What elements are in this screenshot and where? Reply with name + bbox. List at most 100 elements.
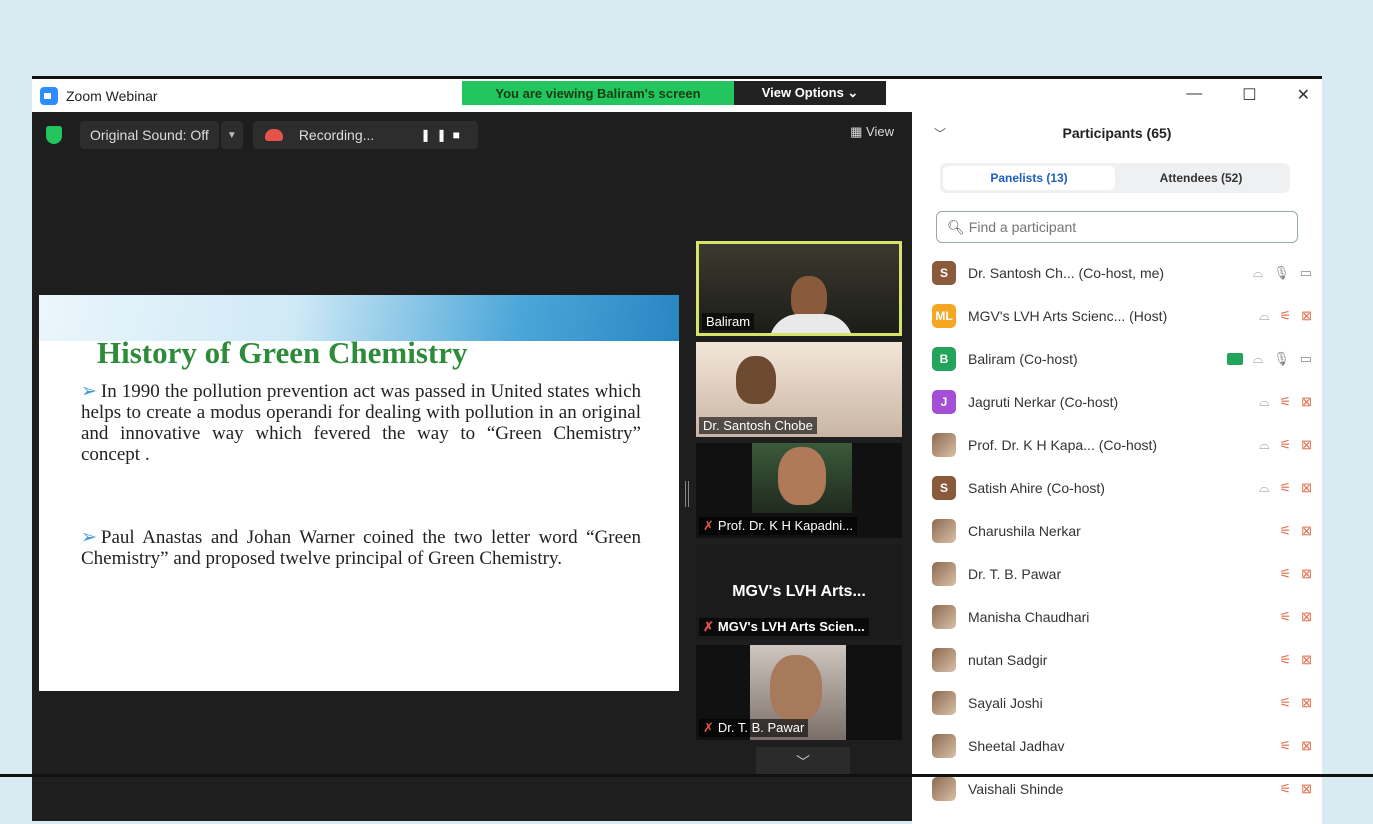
mic-muted-icon[interactable]: ⚟ [1279,781,1291,797]
participant-status-icons: ⌓ 🎙︎ ▭ [1253,265,1312,281]
mic-muted-icon[interactable]: ⚟ [1279,308,1291,324]
video-name-label: Dr. Santosh Chobe [699,417,817,434]
mic-muted-icon[interactable]: ⚟ [1279,738,1291,754]
original-sound-button[interactable]: Original Sound: Off [80,121,219,149]
mic-muted-icon[interactable]: ⚟ [1279,652,1291,668]
shield-icon[interactable] [46,126,62,144]
video-icon[interactable]: ▭ [1300,265,1312,281]
participant-row[interactable]: nutan Sadgir ⚟ ⊠ [932,638,1312,681]
mic-muted-icon[interactable]: ⚟ [1279,609,1291,625]
mic-muted-icon[interactable]: ⚟ [1279,480,1291,496]
window-title: Zoom Webinar [66,87,158,104]
participant-row[interactable]: J Jagruti Nerkar (Co-host) ⌓ ⚟ ⊠ [932,380,1312,423]
avatar [932,647,956,672]
pause-icon[interactable]: ❚❚ [420,128,452,142]
video-off-icon[interactable]: ⊠ [1301,308,1312,324]
close-icon[interactable]: ✕ [1297,85,1310,105]
video-tile[interactable]: Baliram [696,241,902,336]
mic-muted-icon: ✗ [703,720,714,735]
cloud-record-icon: ⌓ [1259,307,1270,323]
video-tile[interactable]: Dr. Santosh Chobe [696,342,902,437]
video-off-icon[interactable]: ⊠ [1301,394,1312,410]
participant-row[interactable]: B Baliram (Co-host) ⌓ 🎙︎ ▭ [932,337,1312,380]
avatar [932,561,956,586]
cloud-record-icon: ⌓ [1259,436,1270,452]
video-off-icon[interactable]: ⊠ [1301,695,1312,711]
tab-panelists[interactable]: Panelists (13) [943,166,1115,190]
participant-status-icons: ⚟ ⊠ [1279,652,1312,668]
participant-status-icons: ⚟ ⊠ [1279,523,1312,539]
video-tile[interactable]: ✗ Prof. Dr. K H Kapadni... [696,443,902,538]
scroll-down-button[interactable]: ﹀ [756,747,850,777]
participant-name: Charushila Nerkar [968,522,1081,539]
participant-name: Dr. T. B. Pawar [968,565,1062,582]
mic-muted-icon: ✗ [703,518,714,533]
divider [0,774,1373,777]
avatar: ML [932,303,956,328]
mic-muted-icon[interactable]: ⚟ [1279,523,1291,539]
mic-muted-icon[interactable]: ⚟ [1279,437,1291,453]
grid-icon: ▦ [850,124,863,139]
view-button[interactable]: ▦ View [850,124,894,140]
participant-name: Dr. Santosh Ch... (Co-host, me) [968,264,1165,281]
video-tile[interactable]: ✗ Dr. T. B. Pawar [696,645,902,740]
participant-row[interactable]: Prof. Dr. K H Kapa... (Co-host) ⌓ ⚟ ⊠ [932,423,1312,466]
view-options-button[interactable]: View Options ⌄ [734,81,886,105]
avatar [932,432,956,457]
mic-icon[interactable]: 🎙︎ [1273,265,1290,281]
participant-row[interactable]: S Dr. Santosh Ch... (Co-host, me) ⌓ 🎙︎ ▭ [932,251,1312,294]
avatar [932,776,956,801]
video-off-icon[interactable]: ⊠ [1301,480,1312,496]
mic-muted-icon[interactable]: ⚟ [1279,394,1291,410]
slide-bullet: ➢ Paul Anastas and Johan Warner coined th… [81,527,641,569]
search-icon: 🔍︎ [947,218,965,235]
participant-tabs: Panelists (13) Attendees (52) [940,163,1290,193]
stop-icon[interactable]: ■ [453,128,466,142]
participant-row[interactable]: ML MGV's LVH Arts Scienc... (Host) ⌓ ⚟ ⊠ [932,294,1312,337]
participant-status-icons: ⚟ ⊠ [1279,566,1312,582]
participant-row[interactable]: Sheetal Jadhav ⚟ ⊠ [932,724,1312,767]
participant-row[interactable]: S Satish Ahire (Co-host) ⌓ ⚟ ⊠ [932,466,1312,509]
avatar [932,518,956,543]
video-name-label: ✗ MGV's LVH Arts Scien... [699,618,869,636]
participant-row[interactable]: Manisha Chaudhari ⚟ ⊠ [932,595,1312,638]
participant-status-icons: ⌓ ⚟ ⊠ [1259,394,1312,410]
cloud-record-icon [264,129,283,141]
participant-name: Prof. Dr. K H Kapa... (Co-host) [968,436,1158,453]
video-name-label: Baliram [702,313,755,330]
video-off-icon[interactable]: ⊠ [1301,781,1312,797]
maximize-icon[interactable]: ☐ [1242,85,1256,105]
video-icon[interactable]: ▭ [1300,351,1312,367]
video-name-text: Prof. Dr. K H Kapadni... [717,518,854,533]
search-input[interactable] [968,219,1269,235]
chevron-down-icon[interactable]: ▼ [220,121,243,149]
video-off-icon[interactable]: ⊠ [1301,437,1312,453]
participant-status-icons: ⌓ ⚟ ⊠ [1259,480,1312,496]
video-off-icon[interactable]: ⊠ [1301,652,1312,668]
mic-muted-icon: ✗ [703,619,714,634]
video-off-icon[interactable]: ⊠ [1301,523,1312,539]
video-name-label: ✗ Dr. T. B. Pawar [699,719,809,737]
minimize-icon[interactable]: — [1186,85,1202,105]
participant-row[interactable]: Charushila Nerkar ⚟ ⊠ [932,509,1312,552]
video-display-name: MGV's LVH Arts... [732,582,866,600]
screen-share-icon [1226,352,1243,365]
participants-panel: — ☐ ✕ ﹀ Participants (65) Panelists (13)… [912,79,1322,824]
mic-muted-icon[interactable]: ⚟ [1279,695,1291,711]
video-off-icon[interactable]: ⊠ [1301,566,1312,582]
participant-name: Satish Ahire (Co-host) [968,479,1105,496]
video-tile[interactable]: MGV's LVH Arts... ✗ MGV's LVH Arts Scien.… [696,544,902,639]
splitter-handle[interactable] [685,481,689,507]
cloud-record-icon: ⌓ [1259,393,1270,409]
mic-icon[interactable]: 🎙︎ [1273,351,1290,367]
bullet-text: Paul Anastas and Johan Warner coined the… [81,527,641,569]
mic-muted-icon[interactable]: ⚟ [1279,566,1291,582]
video-strip: Baliram Dr. Santosh Chobe ✗ Prof. Dr. K H… [696,241,906,746]
tab-attendees[interactable]: Attendees (52) [1115,166,1287,190]
video-off-icon[interactable]: ⊠ [1301,738,1312,754]
video-off-icon[interactable]: ⊠ [1301,609,1312,625]
video-name-text: Dr. T. B. Pawar [717,720,805,735]
participant-name: Sheetal Jadhav [968,737,1065,754]
participant-row[interactable]: Dr. T. B. Pawar ⚟ ⊠ [932,552,1312,595]
participant-row[interactable]: Sayali Joshi ⚟ ⊠ [932,681,1312,724]
